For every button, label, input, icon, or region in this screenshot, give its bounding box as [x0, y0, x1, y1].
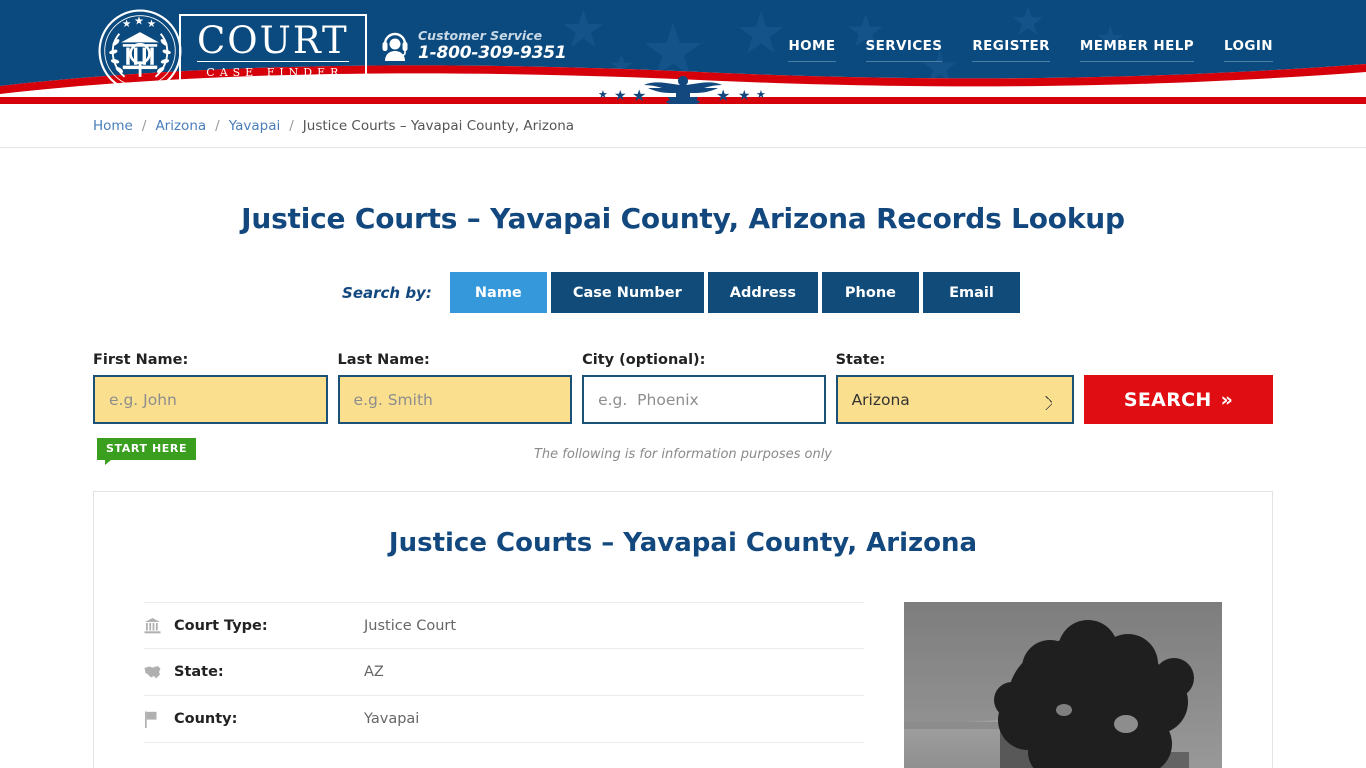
last-name-label: Last Name: [337, 352, 430, 368]
court-info-card: Justice Courts – Yavapai County, Arizona [93, 491, 1273, 768]
bank-institution-icon [144, 617, 174, 634]
last-name-input[interactable] [337, 375, 573, 424]
page-title: Justice Courts – Yavapai County, Arizona… [241, 202, 1125, 235]
tab-email[interactable]: Email [922, 272, 1020, 313]
nav-item-login[interactable]: LOGIN [1224, 38, 1273, 62]
search-form: First Name: Last Name: City (optional): … [93, 352, 1273, 424]
logo-wordmark: COURT CASE FINDER [179, 14, 367, 88]
breadcrumb-separator: / [141, 118, 147, 134]
court-details-list: Court Type: Justice Court State: AZ Coun… [144, 602, 864, 743]
last-name-field-group: Last Name: [337, 352, 573, 424]
state-label: State: [835, 352, 886, 368]
courthouse-photo [904, 602, 1222, 768]
detail-row-state: State: AZ [144, 649, 864, 696]
city-label: City (optional): [582, 352, 706, 368]
breadcrumb-item-arizona[interactable]: Arizona [155, 118, 206, 134]
flag-icon [144, 711, 174, 728]
city-field-group: City (optional): [582, 352, 826, 424]
detail-row-county: County: Yavapai [144, 696, 864, 743]
customer-service-phone[interactable]: 1-800-309-9351 [418, 43, 567, 64]
search-button-label: SEARCH [1123, 388, 1212, 411]
chevron-right-double-icon: » [1220, 388, 1234, 411]
breadcrumb-separator: / [215, 118, 220, 134]
nav-item-home[interactable]: HOME [788, 38, 836, 62]
page-content: Justice Courts – Yavapai County, Arizona… [93, 202, 1273, 768]
disclaimer-text: The following is for information purpose… [533, 447, 833, 462]
customer-service-label: Customer Service [418, 28, 543, 43]
breadcrumb-separator: / [289, 118, 294, 134]
main-navigation: HOME SERVICES REGISTER MEMBER HELP LOGIN [788, 38, 1273, 62]
headset-support-icon [382, 32, 408, 61]
svg-text:★: ★ [147, 18, 156, 30]
nav-item-services[interactable]: SERVICES [865, 38, 943, 62]
card-body: Court Type: Justice Court State: AZ Coun… [144, 602, 1222, 768]
tab-case-number[interactable]: Case Number [550, 272, 704, 313]
tab-address[interactable]: Address [707, 272, 818, 313]
breadcrumb-item-yavapai[interactable]: Yavapai [229, 118, 281, 134]
breadcrumb-item-current: Justice Courts – Yavapai County, Arizona [302, 118, 575, 134]
search-by-tabs: Search by: Name Case Number Address Phon… [93, 272, 1273, 313]
us-map-icon [144, 665, 174, 680]
nav-item-register[interactable]: REGISTER [972, 38, 1050, 62]
breadcrumb: Home / Arizona / Yavapai / Justice Court… [93, 104, 1273, 148]
site-logo[interactable]: ★ ★ ★ COURT CASE FINDER [97, 8, 367, 94]
detail-row-court-type: Court Type: Justice Court [144, 602, 864, 649]
detail-value-county: Yavapai [364, 711, 420, 727]
site-header: ★ ★ ★ ★ ★ ★ ★ ★ ★ ★ ★ ★ ★ ★ ★ ★ ★ COURT … [0, 0, 1366, 104]
detail-label-court-type: Court Type: [174, 617, 268, 634]
svg-text:★: ★ [122, 18, 131, 30]
logo-subtitle: CASE FINDER [206, 66, 344, 79]
card-heading: Justice Courts – Yavapai County, Arizona [388, 528, 978, 558]
detail-value-court-type: Justice Court [364, 617, 457, 634]
city-input[interactable] [582, 375, 826, 424]
breadcrumb-bar: Home / Arizona / Yavapai / Justice Court… [0, 104, 1366, 148]
search-button[interactable]: SEARCH » [1084, 375, 1273, 424]
first-name-input[interactable] [93, 375, 328, 424]
svg-text:★: ★ [134, 14, 144, 27]
court-seal-icon: ★ ★ ★ [98, 9, 182, 93]
detail-value-state: AZ [364, 664, 384, 680]
nav-item-member-help[interactable]: MEMBER HELP [1079, 38, 1194, 62]
detail-label-county: County: [174, 711, 238, 727]
detail-label-state: State: [174, 664, 224, 680]
customer-service-block[interactable]: Customer Service 1-800-309-9351 [381, 28, 567, 64]
search-by-label: Search by: [342, 283, 432, 302]
logo-title: COURT [197, 19, 349, 62]
state-select[interactable]: ArizonaAlabamaAlaskaArkansasCalifornia [835, 375, 1075, 424]
tab-name[interactable]: Name [449, 272, 547, 313]
state-field-group: State: ArizonaAlabamaAlaskaArkansasCalif… [835, 352, 1075, 424]
breadcrumb-item-home[interactable]: Home [93, 118, 133, 134]
tab-phone[interactable]: Phone [821, 272, 919, 313]
courthouse-photo-image [904, 602, 1222, 768]
first-name-field-group: First Name: [93, 352, 328, 424]
start-here-badge: START HERE [97, 438, 197, 465]
first-name-label: First Name: [93, 352, 189, 368]
